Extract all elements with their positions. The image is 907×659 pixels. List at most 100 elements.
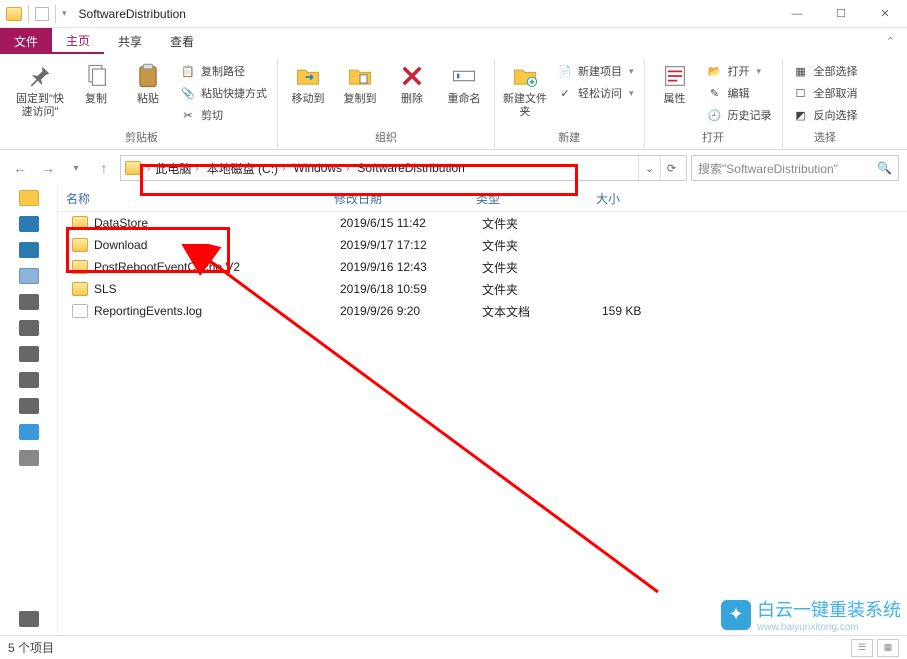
search-input[interactable]: 搜索"SoftwareDistribution" 🔍 xyxy=(691,155,899,181)
ribbon-collapse-icon[interactable]: ⌃ xyxy=(874,28,907,54)
cut-button[interactable]: ✂剪切 xyxy=(176,104,271,126)
new-folder-button[interactable]: 新建文件夹 xyxy=(501,58,549,123)
move-to-button[interactable]: 移动到 xyxy=(284,58,332,110)
open-button[interactable]: 📂打开▾ xyxy=(703,60,776,82)
ribbon-group-new: 新建文件夹 📄新建项目▾ ✓轻松访问▾ 新建 xyxy=(495,58,645,149)
file-name: SLS xyxy=(94,282,332,296)
select-all-icon: ▦ xyxy=(793,63,809,79)
shortcut-icon: 📎 xyxy=(180,85,196,101)
select-all-button[interactable]: ▦全部选择 xyxy=(789,60,862,82)
up-button[interactable]: ↑ xyxy=(92,156,116,180)
watermark-text: 白云一键重装系统 xyxy=(757,600,901,620)
nav-drive-icon[interactable] xyxy=(19,398,39,414)
status-bar: 5 个项目 ☰ ▦ xyxy=(0,635,907,659)
ribbon-group-organize: 移动到 复制到 删除 重命名 组织 xyxy=(278,58,495,149)
address-bar[interactable]: › 此电脑› 本地磁盘 (C:)› Windows› SoftwareDistr… xyxy=(120,155,687,181)
recent-locations-button[interactable]: ▾ xyxy=(64,156,88,180)
quick-access-toolbar: ▾ xyxy=(0,5,73,23)
edit-button[interactable]: ✎编辑 xyxy=(703,82,776,104)
paste-shortcut-button[interactable]: 📎粘贴快捷方式 xyxy=(176,82,271,104)
qat-button[interactable] xyxy=(35,7,49,21)
column-name[interactable]: 名称 xyxy=(58,190,326,207)
app-icon[interactable] xyxy=(6,7,22,21)
column-type[interactable]: 类型 xyxy=(468,190,588,207)
address-dropdown-icon[interactable]: ⌄ xyxy=(638,156,660,180)
copy-path-button[interactable]: 📋复制路径 xyxy=(176,60,271,82)
nav-drive-icon[interactable] xyxy=(19,294,39,310)
file-date: 2019/6/15 11:42 xyxy=(332,216,474,230)
watermark-url: www.baiyunxitong.com xyxy=(757,622,901,633)
tab-home[interactable]: 主页 xyxy=(52,28,104,54)
file-type: 文件夹 xyxy=(474,259,594,276)
move-icon xyxy=(294,62,322,90)
forward-button[interactable]: → xyxy=(36,156,60,180)
nav-network-icon[interactable] xyxy=(19,424,39,440)
nav-item-icon[interactable] xyxy=(19,450,39,466)
paste-button[interactable]: 粘贴 xyxy=(124,58,172,110)
view-icons-button[interactable]: ▦ xyxy=(877,639,899,657)
copy-to-button[interactable]: 复制到 xyxy=(336,58,384,110)
tab-share[interactable]: 共享 xyxy=(104,28,156,54)
new-item-button[interactable]: 📄新建项目▾ xyxy=(553,60,638,82)
navigation-pane[interactable] xyxy=(0,186,58,635)
nav-onedrive-icon[interactable] xyxy=(19,216,39,232)
nav-drive-icon[interactable] xyxy=(19,320,39,336)
select-none-button[interactable]: ☐全部取消 xyxy=(789,82,862,104)
pin-to-quick-access-button[interactable]: 固定到"快速访问" xyxy=(12,58,68,123)
cut-icon: ✂ xyxy=(180,107,196,123)
folder-icon xyxy=(125,161,141,175)
delete-icon xyxy=(398,62,426,90)
new-item-icon: 📄 xyxy=(557,63,573,79)
nav-this-pc-icon[interactable] xyxy=(19,268,39,284)
ribbon-tabs: 文件 主页 共享 查看 ⌃ xyxy=(0,28,907,54)
group-label: 选择 xyxy=(789,127,862,149)
copy-icon xyxy=(82,62,110,90)
file-type: 文本文档 xyxy=(474,303,594,320)
nav-drive-icon[interactable] xyxy=(19,372,39,388)
file-date: 2019/9/26 9:20 xyxy=(332,304,474,318)
file-row[interactable]: Download2019/9/17 17:12文件夹 xyxy=(58,234,907,256)
copy-to-icon xyxy=(346,62,374,90)
file-rows: DataStore2019/6/15 11:42文件夹Download2019/… xyxy=(58,212,907,635)
history-button[interactable]: 🕘历史记录 xyxy=(703,104,776,126)
ribbon-group-clipboard: 固定到"快速访问" 复制 粘贴 📋复制路径 📎粘贴快捷方式 ✂剪切 剪贴板 xyxy=(6,58,278,149)
invert-selection-button[interactable]: ◩反向选择 xyxy=(789,104,862,126)
nav-drive-icon[interactable] xyxy=(19,611,39,627)
view-switcher: ☰ ▦ xyxy=(851,639,899,657)
copy-button[interactable]: 复制 xyxy=(72,58,120,110)
nav-cloud-icon[interactable] xyxy=(19,242,39,258)
group-label: 剪贴板 xyxy=(12,127,271,149)
file-row[interactable]: ReportingEvents.log2019/9/26 9:20文本文档159… xyxy=(58,300,907,322)
maximize-button[interactable]: ☐ xyxy=(819,0,863,28)
refresh-button[interactable]: ⟳ xyxy=(660,156,682,180)
properties-button[interactable]: 属性 xyxy=(651,58,699,110)
tab-view[interactable]: 查看 xyxy=(156,28,208,54)
separator xyxy=(55,5,56,23)
file-row[interactable]: SLS2019/6/18 10:59文件夹 xyxy=(58,278,907,300)
view-details-button[interactable]: ☰ xyxy=(851,639,873,657)
breadcrumb-segment[interactable]: 本地磁盘 (C:)› xyxy=(204,160,289,177)
breadcrumb-segment[interactable]: 此电脑› xyxy=(152,160,201,177)
nav-quick-access-icon[interactable] xyxy=(19,190,39,206)
back-button[interactable]: ← xyxy=(8,156,32,180)
qat-dropdown-icon[interactable]: ▾ xyxy=(62,8,67,19)
file-row[interactable]: PostRebootEventCache.V22019/9/16 12:43文件… xyxy=(58,256,907,278)
file-row[interactable]: DataStore2019/6/15 11:42文件夹 xyxy=(58,212,907,234)
breadcrumb-segment[interactable]: Windows› xyxy=(290,161,352,175)
breadcrumb-segment[interactable]: SoftwareDistribution xyxy=(354,161,467,175)
tab-file[interactable]: 文件 xyxy=(0,28,52,54)
column-date[interactable]: 修改日期 xyxy=(326,190,468,207)
history-icon: 🕘 xyxy=(707,107,723,123)
column-size[interactable]: 大小 xyxy=(588,190,688,207)
folder-icon xyxy=(72,260,88,274)
file-size: 159 KB xyxy=(594,304,694,318)
minimize-button[interactable]: — xyxy=(775,0,819,28)
column-headers: 名称 修改日期 类型 大小 xyxy=(58,186,907,212)
file-type: 文件夹 xyxy=(474,215,594,232)
nav-drive-icon[interactable] xyxy=(19,346,39,362)
folder-icon xyxy=(72,238,88,252)
close-button[interactable]: ✕ xyxy=(863,0,907,28)
easy-access-button[interactable]: ✓轻松访问▾ xyxy=(553,82,638,104)
rename-button[interactable]: 重命名 xyxy=(440,58,488,110)
delete-button[interactable]: 删除 xyxy=(388,58,436,110)
